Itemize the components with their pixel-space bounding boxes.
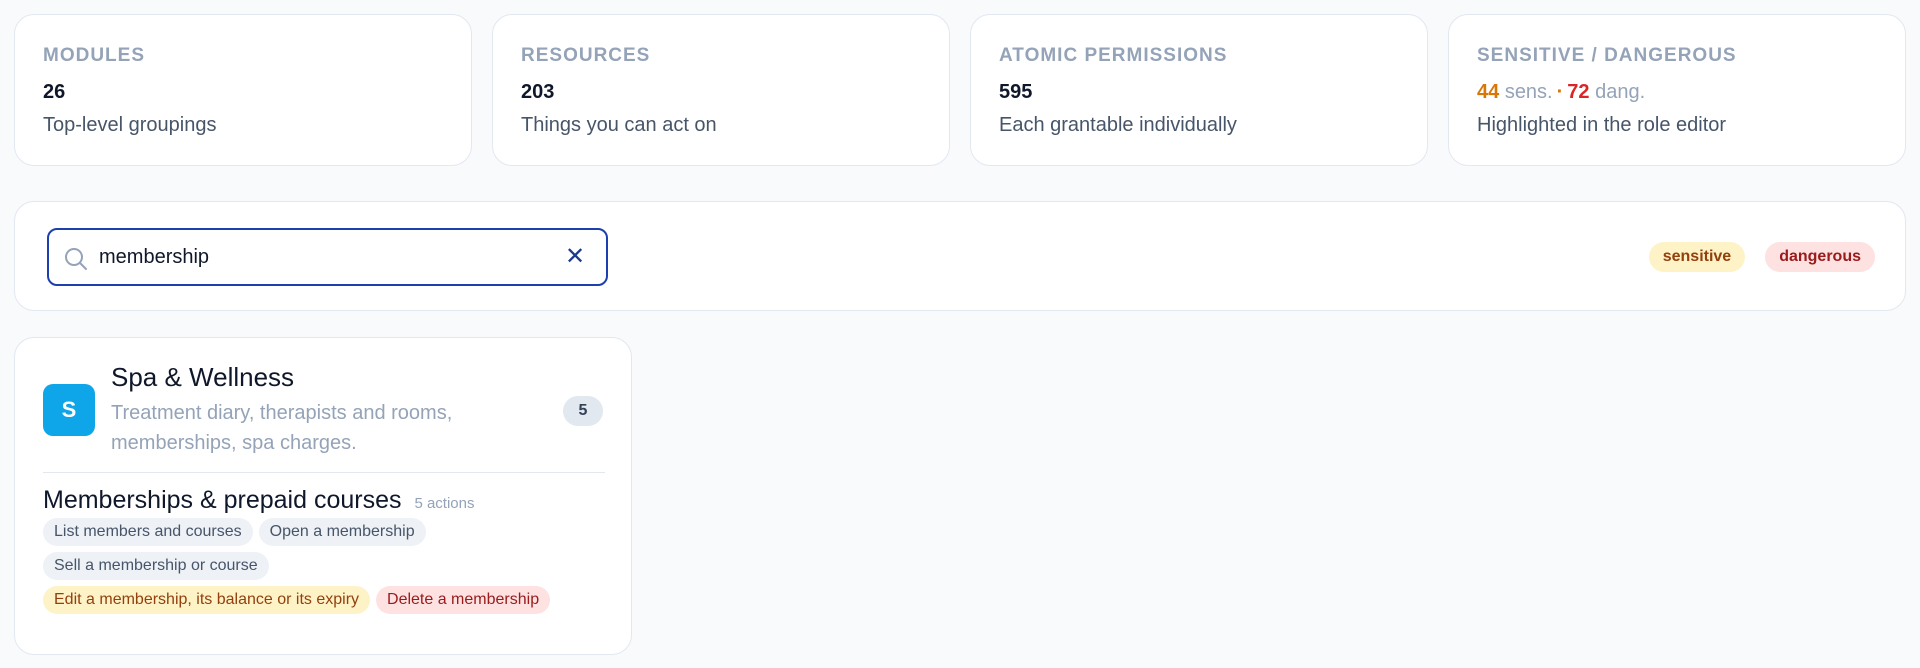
stat-card-modules: MODULES 26 Top-level groupings: [14, 14, 472, 166]
stat-label: ATOMIC PERMISSIONS: [999, 45, 1228, 66]
stats-row: MODULES 26 Top-level groupings RESOURCES…: [14, 14, 1906, 166]
stat-card-atomic-permissions: ATOMIC PERMISSIONS 595 Each grantable in…: [970, 14, 1428, 166]
separator-dot: ·: [1556, 81, 1564, 103]
stat-label: SENSITIVE / DANGEROUS: [1477, 45, 1737, 66]
dangerous-count: 72: [1567, 81, 1590, 103]
stat-description: Each grantable individually: [999, 114, 1237, 136]
legend-dangerous-chip: dangerous: [1765, 242, 1875, 272]
action-chip-list-members[interactable]: List members and courses: [43, 518, 253, 546]
module-count-badge: 5: [563, 396, 603, 426]
resource-heading: Memberships & prepaid courses 5 actions: [43, 486, 475, 515]
action-row: Edit a membership, its balance or its ex…: [43, 586, 613, 614]
stat-label: MODULES: [43, 45, 145, 66]
stat-value: 44 sens. · 72 dang.: [1477, 81, 1877, 104]
search-box[interactable]: ✕: [47, 228, 608, 286]
search-icon: [65, 248, 87, 270]
resource-action-count: 5 actions: [414, 495, 475, 512]
stat-value: 203: [521, 81, 555, 103]
stat-label: RESOURCES: [521, 45, 651, 66]
stat-description: Highlighted in the role editor: [1477, 114, 1727, 136]
stat-card-resources: RESOURCES 203 Things you can act on: [492, 14, 950, 166]
module-description: Treatment diary, therapists and rooms, m…: [111, 402, 453, 454]
action-chip-edit-membership[interactable]: Edit a membership, its balance or its ex…: [43, 586, 371, 614]
stat-description: Top-level groupings: [43, 114, 217, 136]
action-list: List members and courses Open a membersh…: [43, 518, 613, 620]
action-row: List members and courses Open a membersh…: [43, 518, 613, 546]
dangerous-word: dang.: [1595, 81, 1646, 103]
resource-title: Memberships & prepaid courses: [43, 486, 402, 514]
module-avatar: S: [43, 384, 95, 436]
action-chip-open-membership[interactable]: Open a membership: [258, 518, 426, 546]
sensitive-word: sens.: [1504, 81, 1553, 103]
action-chip-sell-membership[interactable]: Sell a membership or course: [43, 552, 269, 580]
stat-description: Things you can act on: [521, 114, 717, 136]
sensitive-count: 44: [1477, 81, 1500, 103]
module-card-spa-wellness: S Spa & Wellness Treatment diary, therap…: [14, 337, 632, 655]
level-legend: sensitive dangerous: [1648, 242, 1875, 272]
action-chip-delete-membership[interactable]: Delete a membership: [376, 586, 551, 614]
legend-sensitive-chip: sensitive: [1648, 242, 1746, 272]
module-title: Spa & Wellness: [111, 362, 295, 392]
clear-search-icon[interactable]: ✕: [562, 244, 588, 270]
divider: [43, 472, 605, 473]
stat-card-sensitive-dangerous: SENSITIVE / DANGEROUS 44 sens. · 72 dang. …: [1448, 14, 1906, 166]
action-row: Sell a membership or course: [43, 552, 613, 580]
stat-value: 595: [999, 81, 1033, 103]
stat-value: 26: [43, 81, 66, 103]
filter-bar: ✕ sensitive dangerous: [14, 201, 1906, 311]
search-input[interactable]: [99, 240, 539, 274]
